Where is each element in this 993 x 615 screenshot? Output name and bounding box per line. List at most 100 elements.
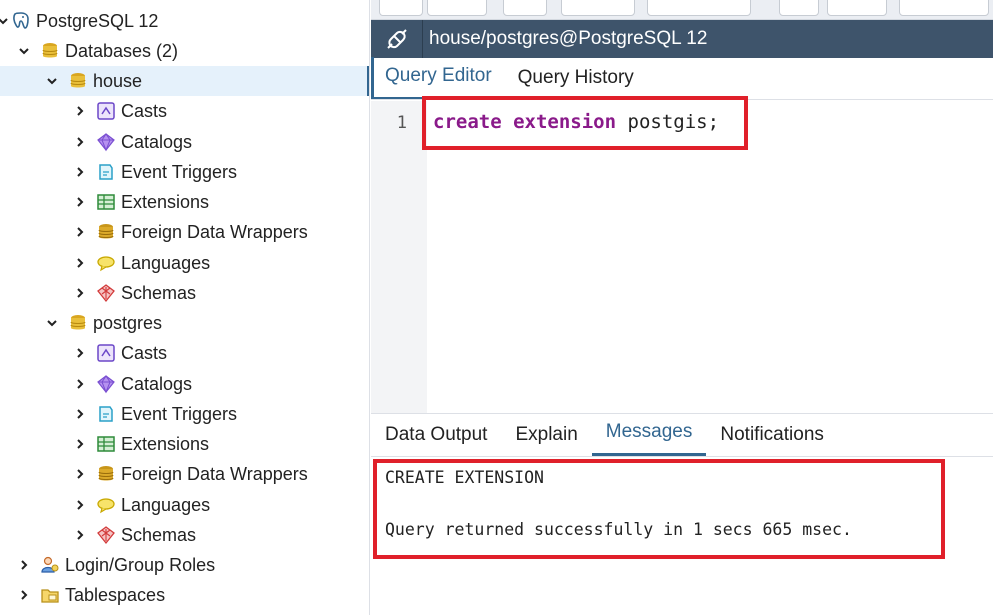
casts-icon: [95, 342, 117, 364]
tree-item-label: house: [93, 70, 143, 91]
database-icon: [67, 312, 89, 334]
tree-item-label: postgres: [93, 312, 163, 333]
tree-item-schemas[interactable]: Schemas: [0, 278, 369, 308]
tree-item-languages[interactable]: Languages: [0, 248, 369, 278]
tab-data-output[interactable]: Data Output: [371, 412, 501, 456]
tablespaces-icon: [39, 584, 61, 606]
chevron-right-icon[interactable]: [73, 187, 87, 217]
editor-tabs: Query Editor Query History: [371, 57, 993, 100]
tree-item-house[interactable]: house: [0, 66, 369, 96]
filter-button[interactable]: [899, 0, 989, 16]
tree-item-label: Extensions: [121, 191, 210, 212]
chevron-right-icon[interactable]: [73, 490, 87, 520]
tree-item-label: Event Triggers: [121, 403, 238, 424]
postgresql-elephant-icon: [10, 10, 32, 32]
tree-item-foreign-data-wrappers[interactable]: Foreign Data Wrappers: [0, 217, 369, 247]
login-roles-icon: [39, 554, 61, 576]
databases-icon: [39, 40, 61, 62]
connection-plug-icon[interactable]: [371, 20, 423, 58]
connection-bar: house/postgres@PostgreSQL 12: [371, 20, 993, 58]
highlight-box-messages: [373, 459, 945, 559]
tree-item-casts[interactable]: Casts: [0, 338, 369, 368]
chevron-down-icon[interactable]: [45, 308, 59, 338]
chevron-right-icon[interactable]: [73, 96, 87, 126]
chevron-right-icon[interactable]: [73, 369, 87, 399]
chevron-right-icon[interactable]: [17, 550, 31, 580]
tree-item-label: Languages: [121, 494, 211, 515]
tree-item-catalogs[interactable]: Catalogs: [0, 369, 369, 399]
connection-title: house/postgres@PostgreSQL 12: [429, 28, 708, 49]
languages-icon: [95, 252, 117, 274]
chevron-right-icon[interactable]: [73, 127, 87, 157]
highlight-box-query: [422, 96, 748, 150]
chevron-down-icon[interactable]: [45, 66, 59, 96]
delete-button[interactable]: [779, 0, 819, 16]
foreign-data-wrappers-icon: [95, 463, 117, 485]
database-icon: [67, 70, 89, 92]
tree-item-postgres[interactable]: postgres: [0, 308, 369, 338]
tree-item-event-triggers[interactable]: Event Triggers: [0, 157, 369, 187]
tree-item-label: Catalogs: [121, 131, 193, 152]
tab-explain[interactable]: Explain: [501, 412, 591, 456]
extensions-icon: [95, 191, 117, 213]
save-data-button[interactable]: [503, 0, 547, 16]
tree-item-label: Casts: [121, 100, 168, 121]
open-file-button[interactable]: [379, 0, 423, 16]
chevron-right-icon[interactable]: [73, 278, 87, 308]
tree-item-label: Extensions: [121, 433, 210, 454]
event-triggers-icon: [95, 403, 117, 425]
tree-item-label: Databases (2): [65, 40, 179, 61]
foreign-data-wrappers-icon: [95, 221, 117, 243]
tree-item-catalogs[interactable]: Catalogs: [0, 127, 369, 157]
tree-item-databases[interactable]: Databases (2): [0, 36, 369, 66]
tree-item-postgresql-server[interactable]: PostgreSQL 12: [0, 6, 369, 36]
tree-item-label: Tablespaces: [65, 584, 166, 605]
chevron-right-icon[interactable]: [73, 338, 87, 368]
tree-item-label: PostgreSQL 12: [36, 10, 159, 31]
chevron-right-icon[interactable]: [73, 459, 87, 489]
tree-item-label: Casts: [121, 342, 168, 363]
find-button[interactable]: [561, 0, 635, 16]
chevron-right-icon[interactable]: [73, 157, 87, 187]
tree-item-extensions[interactable]: Extensions: [0, 187, 369, 217]
tree-item-tablespaces[interactable]: Tablespaces: [0, 580, 369, 610]
chevron-down-icon[interactable]: [0, 6, 10, 36]
tree-item-label: Event Triggers: [121, 161, 238, 182]
tree-item-foreign-data-wrappers[interactable]: Foreign Data Wrappers: [0, 459, 369, 489]
save-file-button[interactable]: [427, 0, 487, 16]
chevron-right-icon[interactable]: [73, 429, 87, 459]
extensions-icon: [95, 433, 117, 455]
tree-item-label: Schemas: [121, 524, 197, 545]
editor-gutter: 1: [371, 101, 427, 413]
chevron-right-icon[interactable]: [73, 217, 87, 247]
tab-messages[interactable]: Messages: [591, 412, 707, 456]
tree-item-label: Catalogs: [121, 373, 193, 394]
languages-icon: [95, 494, 117, 516]
tab-notifications[interactable]: Notifications: [706, 412, 838, 456]
catalogs-icon: [95, 373, 117, 395]
edit-button[interactable]: [827, 0, 887, 16]
tree-item-label: Foreign Data Wrappers: [121, 221, 308, 242]
tree-item-languages[interactable]: Languages: [0, 490, 369, 520]
casts-icon: [95, 100, 117, 122]
tree-item-login-group-roles[interactable]: Login/Group Roles: [0, 550, 369, 580]
chevron-right-icon[interactable]: [17, 580, 31, 610]
tree-item-event-triggers[interactable]: Event Triggers: [0, 399, 369, 429]
tree-item-schemas[interactable]: Schemas: [0, 520, 369, 550]
chevron-right-icon[interactable]: [73, 248, 87, 278]
tree-item-label: Schemas: [121, 282, 197, 303]
chevron-right-icon[interactable]: [73, 520, 87, 550]
copy-paste-button[interactable]: [647, 0, 751, 16]
tab-query-editor[interactable]: Query Editor: [371, 57, 505, 99]
event-triggers-icon: [95, 161, 117, 183]
tab-query-history[interactable]: Query History: [505, 57, 647, 99]
chevron-down-icon[interactable]: [17, 36, 31, 66]
object-browser-tree: PostgreSQL 12 Databases (2) house Casts …: [0, 0, 370, 615]
chevron-right-icon[interactable]: [73, 399, 87, 429]
catalogs-icon: [95, 131, 117, 153]
tree-item-label: Languages: [121, 252, 211, 273]
tree-item-extensions[interactable]: Extensions: [0, 429, 369, 459]
line-number: 1: [396, 113, 407, 133]
output-tabs: Data Output Explain Messages Notificatio…: [371, 413, 993, 457]
tree-item-casts[interactable]: Casts: [0, 96, 369, 126]
